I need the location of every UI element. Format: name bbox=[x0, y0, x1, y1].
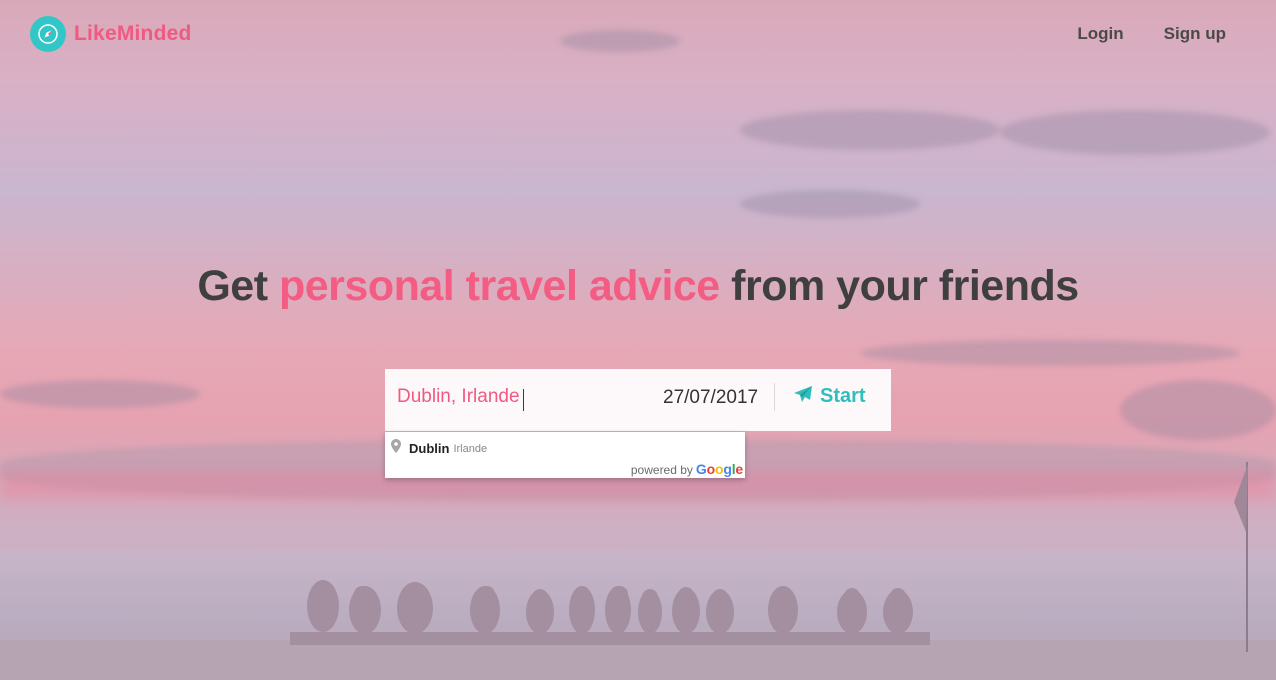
autocomplete-main-text: Dublin bbox=[409, 441, 450, 456]
google-logo: Google bbox=[695, 461, 743, 477]
cloud bbox=[740, 110, 1000, 150]
compass-icon bbox=[30, 16, 66, 52]
beach-flag bbox=[1234, 462, 1248, 652]
hero-title: Get personal travel advice from your fri… bbox=[0, 262, 1276, 311]
paper-plane-icon bbox=[793, 385, 813, 408]
autocomplete-secondary-text: Irlande bbox=[453, 442, 488, 455]
autocomplete-item[interactable]: Dublin Irlande bbox=[391, 439, 487, 458]
people-silhouettes bbox=[290, 580, 930, 645]
signup-link[interactable]: Sign up bbox=[1164, 24, 1226, 44]
start-label: Start bbox=[820, 385, 866, 407]
destination-input[interactable] bbox=[397, 386, 637, 408]
text-caret bbox=[523, 389, 524, 411]
search-bar: Start bbox=[385, 369, 891, 431]
hero-title-accent: personal travel advice bbox=[278, 262, 720, 310]
cloud bbox=[0, 380, 200, 408]
powered-by-google: powered by Google bbox=[631, 461, 743, 477]
top-nav: Login Sign up bbox=[1077, 24, 1226, 44]
brand-name: LikeMinded bbox=[74, 22, 192, 45]
beach bbox=[0, 640, 1276, 680]
hero-title-prefix: Get bbox=[197, 262, 279, 310]
search-divider bbox=[774, 383, 775, 411]
brand-logo[interactable]: LikeMinded bbox=[30, 16, 192, 52]
cloud bbox=[1000, 110, 1270, 155]
landing-page: LikeMinded Login Sign up Get personal tr… bbox=[0, 0, 1276, 680]
start-button[interactable]: Start bbox=[793, 385, 866, 408]
login-link[interactable]: Login bbox=[1077, 24, 1123, 44]
cloud bbox=[560, 30, 680, 52]
hero-title-suffix: from your friends bbox=[719, 262, 1079, 310]
autocomplete-dropdown: Dublin Irlande powered by Google bbox=[385, 432, 745, 478]
cloud bbox=[860, 340, 1240, 366]
cloud bbox=[1120, 380, 1276, 440]
map-pin-icon bbox=[391, 439, 401, 458]
cloud bbox=[740, 190, 920, 218]
powered-by-label: powered by bbox=[630, 463, 693, 477]
date-input[interactable] bbox=[663, 387, 763, 409]
